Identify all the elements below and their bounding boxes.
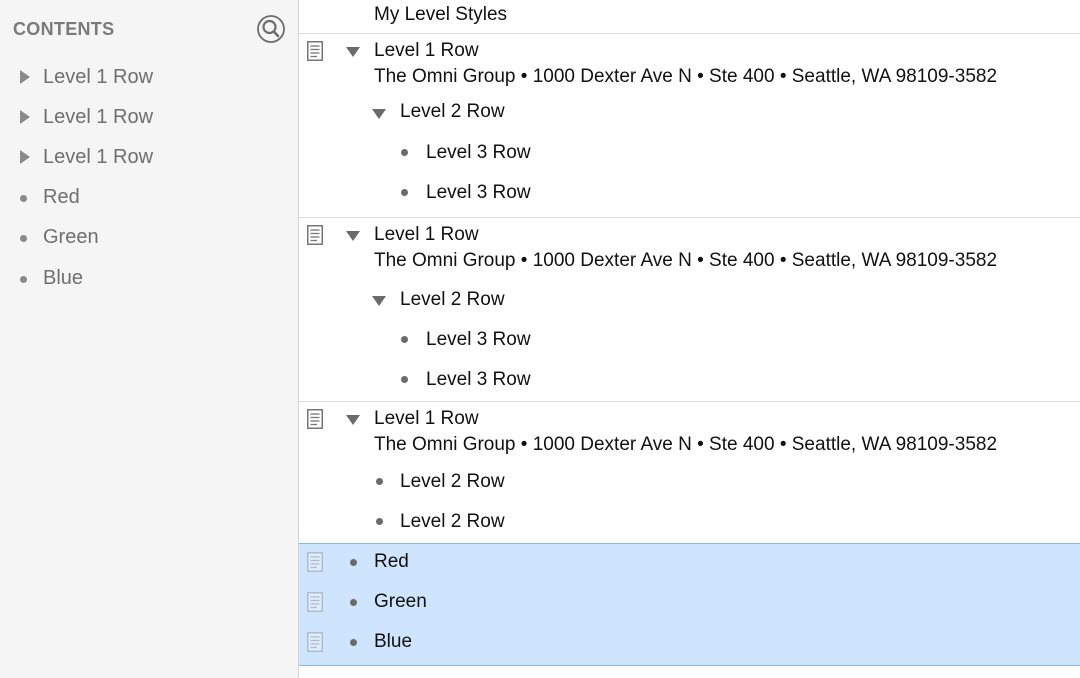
bullet-icon — [401, 149, 408, 156]
bullet-icon — [350, 559, 357, 566]
row-note[interactable]: The Omni Group • 1000 Dexter Ave N • Ste… — [374, 250, 997, 272]
level1-row[interactable]: Level 1 Row — [374, 408, 479, 430]
header-divider — [299, 33, 1080, 34]
sidebar-item-blue[interactable]: Blue — [0, 259, 298, 299]
disclosure-triangle-icon[interactable] — [372, 296, 386, 306]
row-note[interactable]: The Omni Group • 1000 Dexter Ave N • Ste… — [374, 434, 997, 456]
disclosure-triangle-icon[interactable] — [372, 109, 386, 119]
note-icon[interactable] — [307, 552, 323, 572]
note-icon[interactable] — [307, 592, 323, 612]
disclosure-triangle-icon[interactable] — [346, 415, 360, 425]
sidebar-item-label: Level 1 Row — [43, 106, 154, 128]
row-blue[interactable]: Blue — [374, 631, 412, 653]
bullet-icon — [401, 336, 408, 343]
sidebar-item-label: Green — [43, 226, 99, 248]
sidebar-item-label: Blue — [43, 267, 84, 289]
row-divider — [299, 217, 1080, 218]
sidebar-title: CONTENTS — [13, 19, 115, 39]
disclosure-triangle-icon[interactable] — [346, 231, 360, 241]
sidebar-item-green[interactable]: Green — [0, 218, 298, 258]
bullet-icon — [401, 189, 408, 196]
level2-row[interactable]: Level 2 Row — [400, 471, 505, 493]
bullet-icon — [376, 518, 383, 525]
note-icon[interactable] — [307, 41, 323, 61]
level3-row[interactable]: Level 3 Row — [426, 182, 531, 204]
disclosure-triangle-icon[interactable] — [20, 150, 30, 164]
bullet-icon — [20, 276, 27, 283]
row-divider — [299, 401, 1080, 402]
sidebar-item-label: Level 1 Row — [43, 66, 154, 88]
bullet-icon — [20, 195, 27, 202]
bullet-icon — [350, 599, 357, 606]
sidebar-item-level1-row[interactable]: Level 1 Row — [0, 138, 298, 178]
note-icon[interactable] — [307, 409, 323, 429]
bullet-icon — [401, 376, 408, 383]
level1-row[interactable]: Level 1 Row — [374, 40, 479, 62]
level3-row[interactable]: Level 3 Row — [426, 329, 531, 351]
row-red[interactable]: Red — [374, 551, 409, 573]
level2-row[interactable]: Level 2 Row — [400, 101, 505, 123]
sidebar-item-label: Level 1 Row — [43, 146, 154, 168]
disclosure-triangle-icon[interactable] — [346, 47, 360, 57]
search-icon[interactable] — [256, 14, 286, 44]
level2-row[interactable]: Level 2 Row — [400, 289, 505, 311]
note-icon[interactable] — [307, 632, 323, 652]
sidebar-item-level1-row[interactable]: Level 1 Row — [0, 98, 298, 138]
contents-sidebar: CONTENTS Level 1 Row Level 1 Row Level 1… — [0, 0, 299, 678]
bullet-icon — [350, 639, 357, 646]
bullet-icon — [376, 478, 383, 485]
row-green[interactable]: Green — [374, 591, 427, 613]
sidebar-item-level1-row[interactable]: Level 1 Row — [0, 58, 298, 98]
bullet-icon — [20, 235, 27, 242]
note-icon[interactable] — [307, 225, 323, 245]
sidebar-item-red[interactable]: Red — [0, 178, 298, 218]
level3-row[interactable]: Level 3 Row — [426, 369, 531, 391]
sidebar-item-label: Red — [43, 186, 80, 208]
row-note[interactable]: The Omni Group • 1000 Dexter Ave N • Ste… — [374, 66, 997, 88]
disclosure-triangle-icon[interactable] — [20, 110, 30, 124]
outliner-window: CONTENTS Level 1 Row Level 1 Row Level 1… — [0, 0, 1080, 678]
level2-row[interactable]: Level 2 Row — [400, 511, 505, 533]
disclosure-triangle-icon[interactable] — [20, 70, 30, 84]
sidebar-header: CONTENTS — [0, 0, 298, 58]
level1-row[interactable]: Level 1 Row — [374, 224, 479, 246]
outline-view: My Level Styles Level 1 Row The Omni Gro… — [299, 0, 1080, 678]
level3-row[interactable]: Level 3 Row — [426, 142, 531, 164]
column-title[interactable]: My Level Styles — [374, 4, 507, 26]
